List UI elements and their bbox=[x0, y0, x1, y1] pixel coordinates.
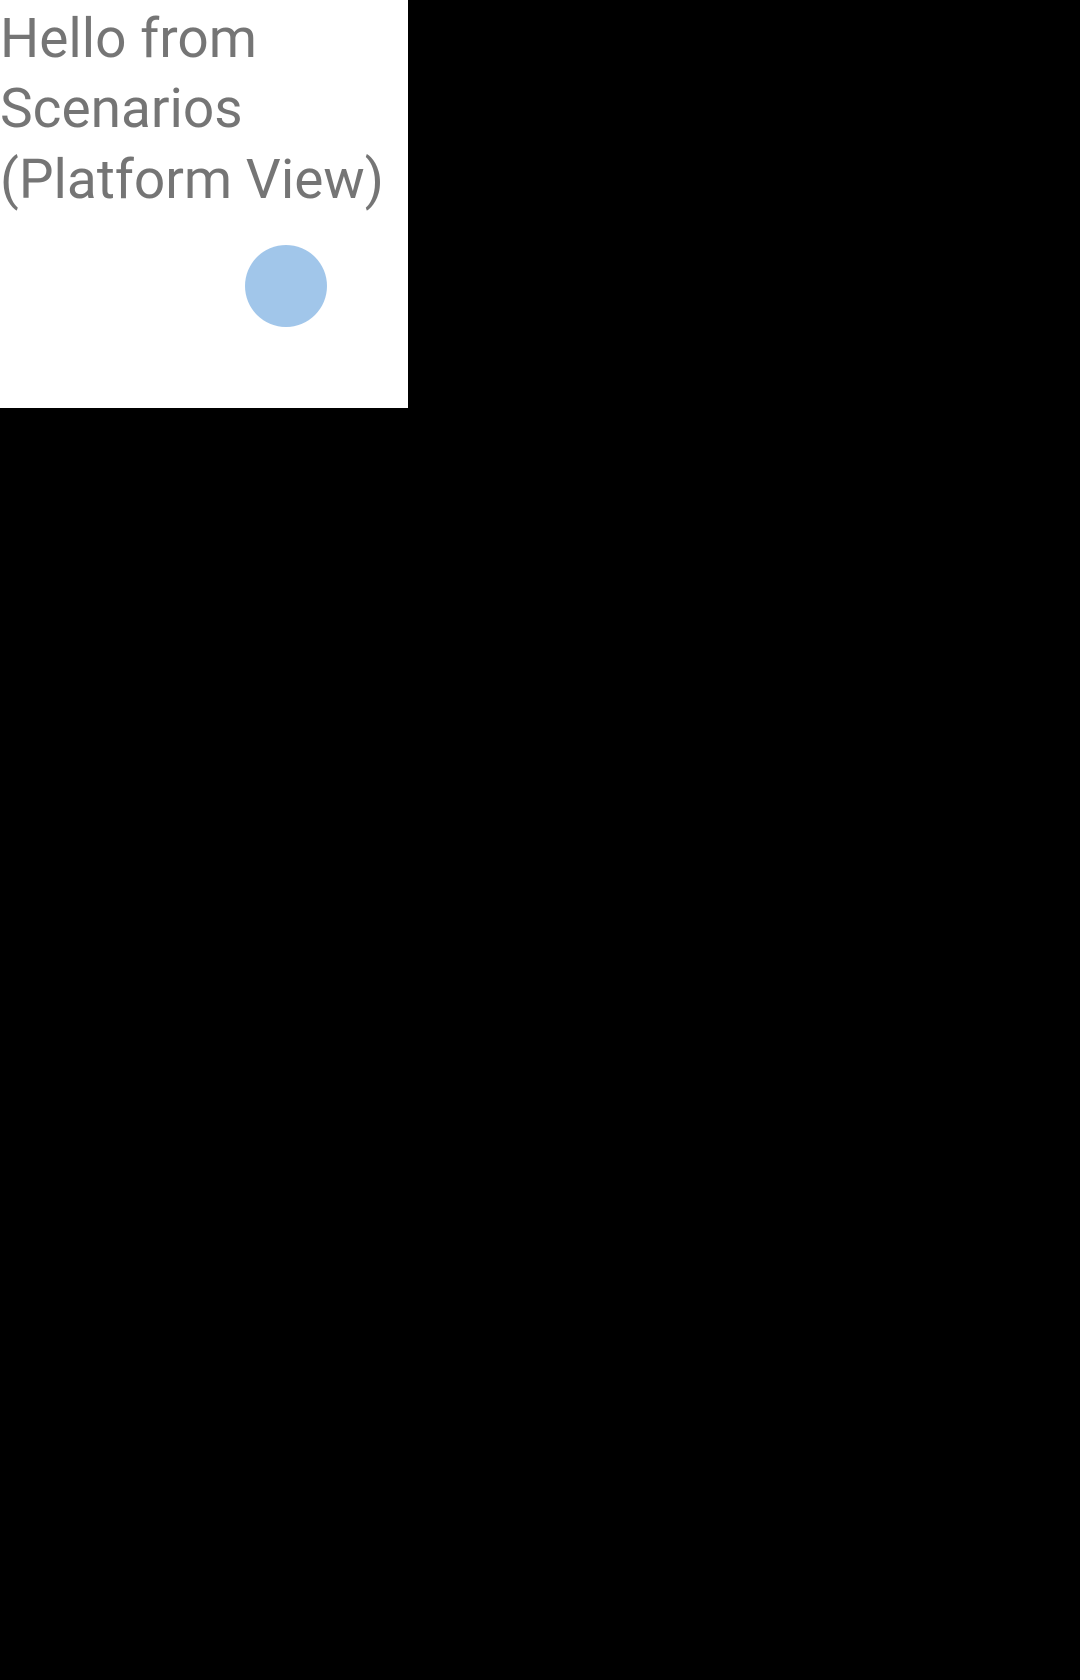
touch-indicator-icon bbox=[245, 245, 327, 327]
platform-view-panel[interactable]: Hello from Scenarios (Platform View) bbox=[0, 0, 408, 408]
platform-view-label: Hello from Scenarios (Platform View) bbox=[0, 4, 408, 215]
